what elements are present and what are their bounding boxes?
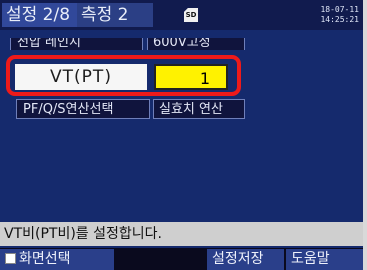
device-screen: 설정 2/8 측정 2 SD 18-07-11 14:25:21 전압 레인지 … — [0, 0, 363, 270]
pf-calc-value[interactable]: 실효치 연산 — [153, 99, 245, 119]
tab-settings[interactable]: 설정 2/8 — [2, 3, 81, 27]
pf-calc-label: PF/Q/S연산선택 — [16, 99, 150, 119]
screen-select-button[interactable]: 화면선택 — [0, 249, 114, 270]
save-settings-button[interactable]: 설정저장 — [207, 249, 284, 270]
screen-select-icon — [5, 253, 16, 264]
voltage-range-label: 전압 레인지 — [10, 38, 143, 50]
status-message: VT비(PT비)를 설정합니다. — [0, 222, 363, 246]
help-button[interactable]: 도움말 — [286, 249, 363, 270]
tab-measurement[interactable]: 측정 2 — [77, 3, 153, 27]
footer-bar: 화면선택 설정저장 도움말 — [0, 248, 363, 270]
header-bar: 설정 2/8 측정 2 SD 18-07-11 14:25:21 — [0, 0, 363, 30]
voltage-range-value[interactable]: 600V고정 — [147, 38, 245, 50]
datetime: 18-07-11 14:25:21 — [320, 5, 359, 25]
date-text: 18-07-11 — [320, 5, 359, 14]
sd-card-icon: SD — [184, 8, 198, 22]
screen-select-label: 화면선택 — [19, 251, 71, 267]
setting-row-voltage-range[interactable]: 전압 레인지 600V고정 — [10, 38, 245, 50]
selection-highlight — [6, 55, 241, 96]
time-text: 14:25:21 — [320, 15, 359, 24]
